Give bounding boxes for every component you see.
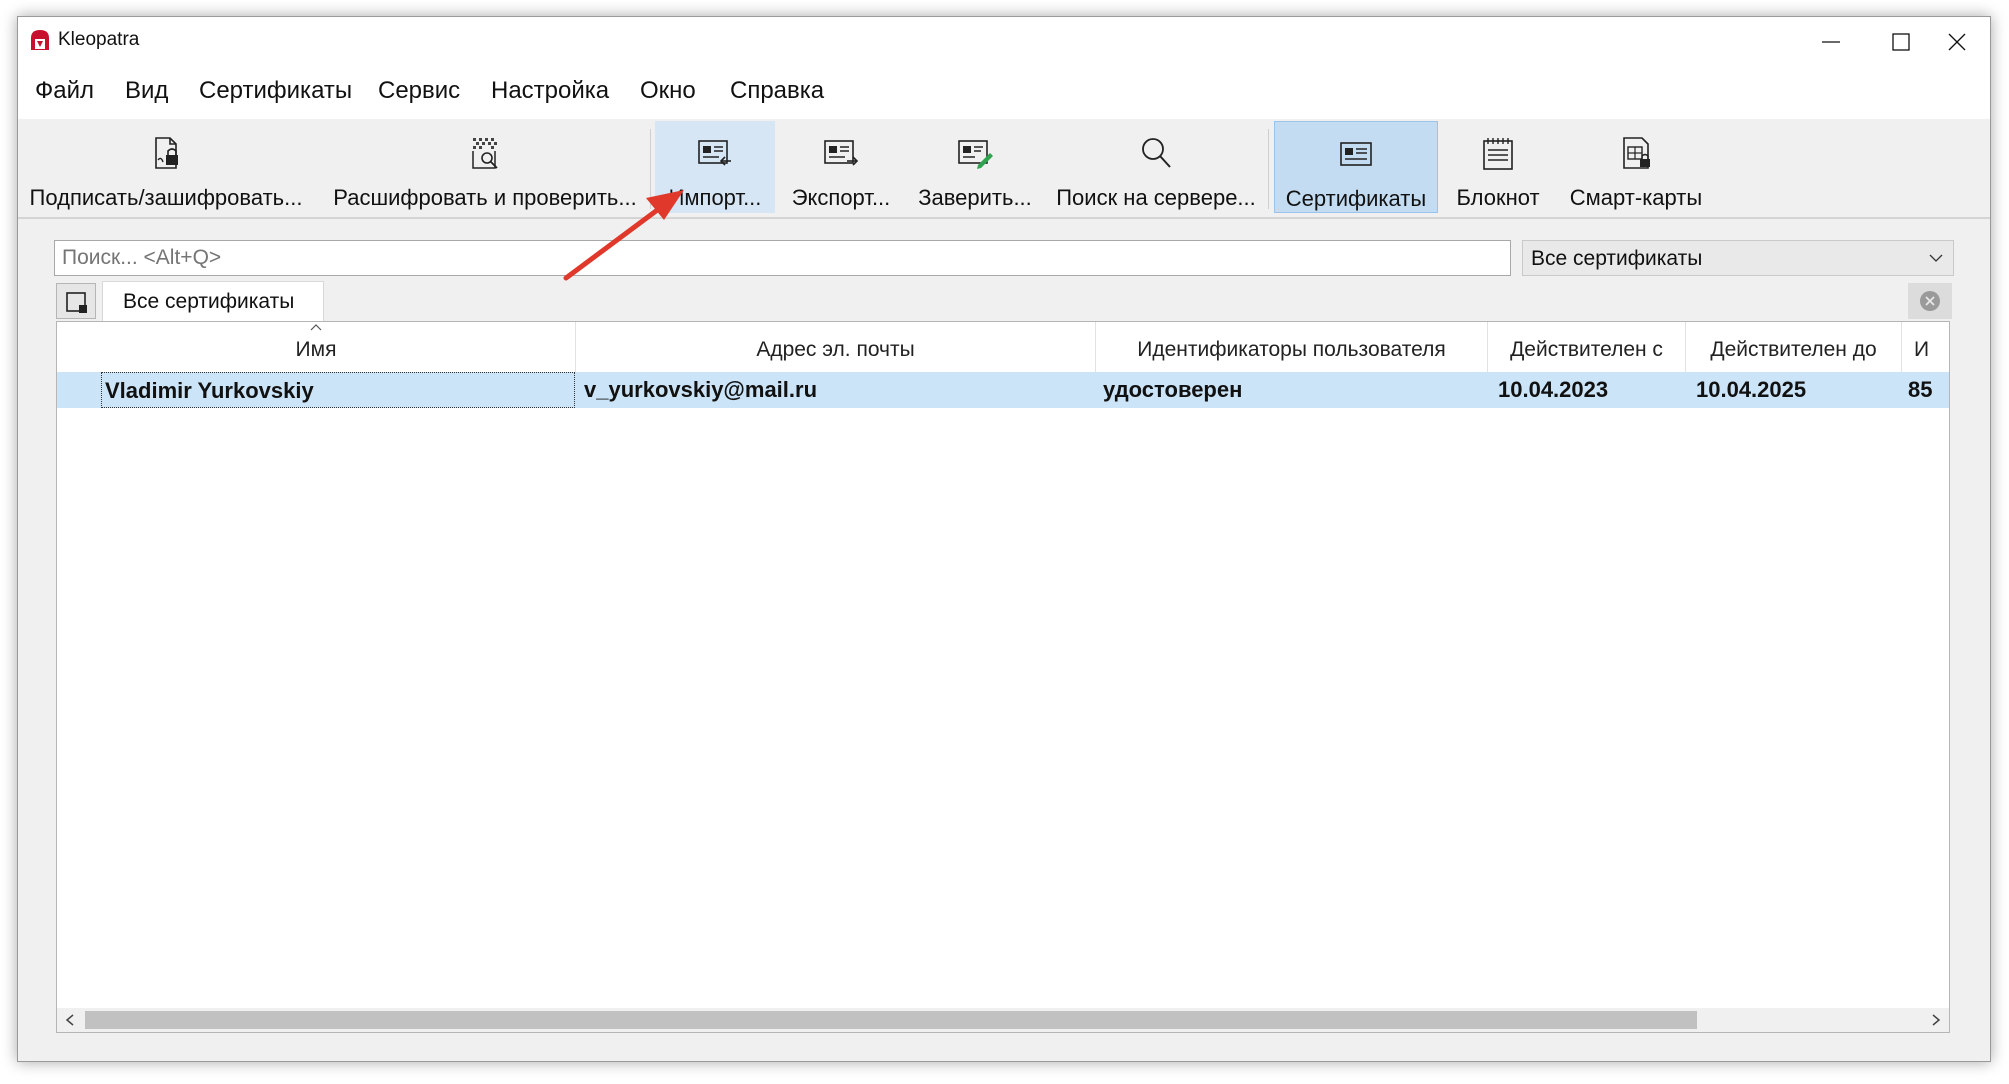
menu-help[interactable]: Справка (730, 77, 824, 105)
column-header-key-id-label: И (1914, 338, 1930, 361)
column-header-valid-until[interactable]: Действителен до (1686, 322, 1902, 372)
certificate-filter-dropdown[interactable]: Все сертификаты (1522, 240, 1954, 276)
certificates-view-button[interactable]: Сертификаты (1274, 121, 1438, 213)
decrypt-verify-label: Расшифровать и проверить... (333, 185, 637, 210)
menu-window[interactable]: Окно (640, 77, 696, 105)
kleopatra-window: Kleopatra Файл Вид Сертификаты Сервис На… (17, 16, 1991, 1062)
export-certificate-icon (824, 140, 859, 166)
close-circle-icon (1920, 291, 1940, 311)
smartcards-label: Смарт-карты (1569, 185, 1703, 210)
search-icon (1142, 138, 1171, 168)
menu-tools[interactable]: Сервис (378, 77, 460, 105)
menu-certificates[interactable]: Сертификаты (199, 77, 352, 105)
filter-selected-value: Все сертификаты (1531, 247, 1703, 270)
export-button[interactable]: Экспорт... (781, 121, 901, 213)
window-title: Kleopatra (58, 29, 140, 50)
import-button[interactable]: Импорт... (655, 121, 775, 213)
search-input[interactable] (54, 240, 1511, 276)
kleopatra-logo-icon (31, 30, 49, 50)
column-header-name[interactable]: Имя (57, 322, 576, 372)
decrypt-verify-button[interactable]: Расшифровать и проверить... (320, 121, 650, 213)
sign-encrypt-button[interactable]: Подписать/зашифровать... (18, 121, 314, 213)
toolbar-separator (1268, 129, 1269, 209)
tab-all-certificates-label: Все сертификаты (123, 290, 295, 313)
certificates-icon (1340, 142, 1372, 166)
tab-all-certificates[interactable]: Все сертификаты (102, 281, 324, 321)
sort-ascending-icon (310, 324, 322, 331)
column-header-user-ids-label: Идентификаторы пользователя (1137, 338, 1446, 361)
scroll-left-icon[interactable] (65, 1014, 75, 1026)
certificates-view-label: Сертификаты (1285, 186, 1427, 211)
table-row[interactable]: Vladimir Yurkovskiy v_yurkovskiy@mail.ru… (57, 372, 1949, 408)
certify-icon (958, 140, 993, 169)
column-header-name-label: Имя (295, 338, 337, 361)
scrollbar-thumb[interactable] (85, 1011, 1697, 1029)
column-header-key-id[interactable]: И (1902, 322, 1949, 372)
toolbar-separator (650, 129, 651, 209)
minimize-button[interactable] (1796, 17, 1866, 67)
minimize-icon (1822, 41, 1840, 43)
sign-encrypt-label: Подписать/зашифровать... (29, 185, 303, 210)
notepad-label: Блокнот (1456, 185, 1540, 210)
column-header-email[interactable]: Адрес эл. почты (576, 322, 1096, 372)
certificate-table: Имя Адрес эл. почты Идентификаторы польз… (56, 321, 1950, 1033)
new-tab-button[interactable] (56, 283, 96, 319)
maximize-icon (1892, 33, 1910, 51)
certify-button[interactable]: Заверить... (906, 121, 1044, 213)
column-header-valid-from[interactable]: Действителен с (1488, 322, 1686, 372)
cell-user-ids: удостоверен (1103, 377, 1243, 402)
menu-bar: Файл Вид Сертификаты Сервис Настройка Ок… (18, 67, 1990, 119)
horizontal-scrollbar[interactable] (57, 1008, 1949, 1032)
lookup-server-button[interactable]: Поиск на сервере... (1048, 121, 1264, 213)
cell-key-id: 85 (1908, 377, 1933, 402)
cell-name: Vladimir Yurkovskiy (101, 372, 575, 408)
close-tab-button[interactable] (1908, 283, 1952, 319)
scroll-right-icon[interactable] (1931, 1014, 1941, 1026)
export-label: Экспорт... (791, 185, 891, 210)
cell-email: v_yurkovskiy@mail.ru (584, 377, 818, 402)
cell-valid-until: 10.04.2025 (1696, 377, 1807, 402)
close-button[interactable] (1922, 17, 1992, 67)
notepad-button[interactable]: Блокнот (1442, 121, 1554, 213)
main-toolbar: Подписать/зашифровать... Расшифровать и … (18, 119, 1990, 219)
column-header-email-label: Адрес эл. почты (756, 338, 915, 361)
menu-view[interactable]: Вид (125, 77, 168, 105)
smartcard-icon (1623, 137, 1650, 169)
certify-label: Заверить... (918, 185, 1032, 210)
column-header-valid-from-label: Действителен с (1510, 338, 1663, 361)
import-label: Импорт... (668, 185, 762, 210)
column-header-user-ids[interactable]: Идентификаторы пользователя (1096, 322, 1488, 372)
notepad-icon (1483, 138, 1513, 170)
close-icon (1948, 33, 1966, 51)
import-certificate-icon (698, 140, 731, 166)
decrypt-verify-icon (472, 138, 498, 169)
new-tab-icon (66, 292, 87, 313)
menu-file[interactable]: Файл (35, 77, 94, 105)
smartcards-button[interactable]: Смарт-карты (1558, 121, 1714, 213)
title-bar: Kleopatra (18, 17, 1990, 67)
menu-settings[interactable]: Настройка (491, 77, 609, 105)
column-header-valid-until-label: Действителен до (1710, 338, 1877, 361)
chevron-down-icon (1929, 254, 1943, 262)
cell-valid-from: 10.04.2023 (1498, 377, 1609, 402)
lookup-server-label: Поиск на сервере... (1056, 185, 1256, 210)
table-header: Имя Адрес эл. почты Идентификаторы польз… (57, 322, 1949, 372)
sign-encrypt-icon (155, 137, 178, 169)
